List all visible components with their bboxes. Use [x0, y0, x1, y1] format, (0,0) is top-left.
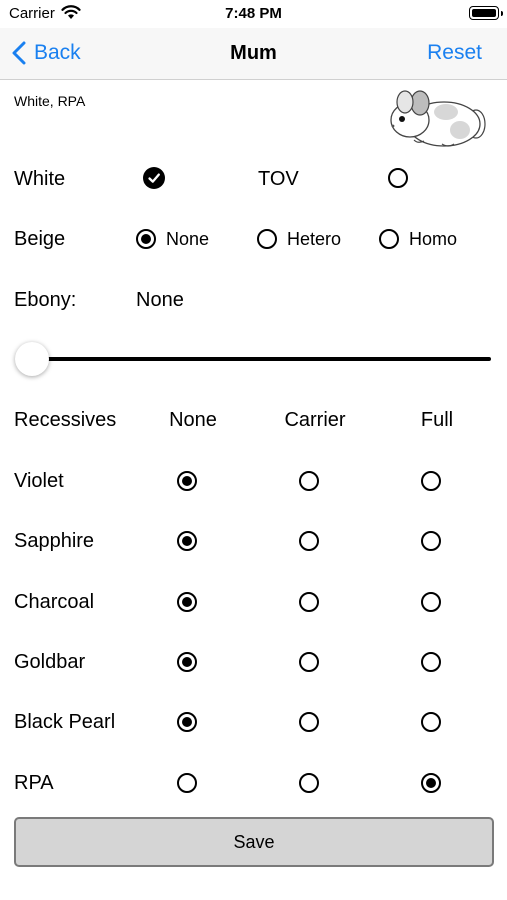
reset-button[interactable]: Reset — [427, 28, 482, 78]
recessive-label-rpa: RPA — [14, 772, 54, 794]
chinchilla-image — [384, 86, 490, 150]
column-header-none: None — [169, 409, 217, 431]
radio-rpa-full[interactable] — [421, 773, 441, 793]
radio-violet-full[interactable] — [421, 471, 441, 491]
back-button[interactable]: Back — [12, 28, 81, 78]
beige-hetero-radio[interactable] — [257, 229, 277, 249]
radio-rpa-carrier[interactable] — [299, 773, 319, 793]
tov-label: TOV — [258, 168, 299, 190]
beige-hetero-label: Hetero — [287, 229, 342, 249]
recessive-label-sapphire: Sapphire — [14, 530, 95, 552]
recessive-label-violet: Violet — [14, 470, 64, 492]
navigation-bar: Back Mum Reset — [0, 28, 507, 80]
radio-black-pearl-carrier[interactable] — [299, 712, 319, 732]
radio-goldbar-carrier[interactable] — [299, 652, 319, 672]
ebony-slider-track[interactable] — [32, 357, 491, 361]
radio-rpa-none[interactable] — [177, 773, 197, 793]
save-button[interactable]: Save — [14, 817, 494, 867]
battery-icon — [469, 6, 503, 20]
column-header-carrier: Carrier — [284, 409, 346, 431]
radio-violet-none[interactable] — [177, 471, 197, 491]
ebony-value: None — [136, 289, 184, 311]
beige-label: Beige — [14, 228, 66, 250]
radio-goldbar-none[interactable] — [177, 652, 197, 672]
radio-charcoal-none[interactable] — [177, 592, 197, 612]
radio-black-pearl-full[interactable] — [421, 712, 441, 732]
white-label: White — [14, 168, 66, 190]
genotype-summary: White, RPA — [14, 93, 86, 109]
radio-sapphire-full[interactable] — [421, 531, 441, 551]
radio-charcoal-carrier[interactable] — [299, 592, 319, 612]
white-checkmark-icon[interactable] — [143, 167, 165, 189]
recessives-header: Recessives — [14, 409, 117, 431]
radio-sapphire-carrier[interactable] — [299, 531, 319, 551]
status-bar: Carrier 7:48 PM — [0, 0, 507, 28]
recessive-label-goldbar: Goldbar — [14, 651, 86, 673]
tov-radio[interactable] — [388, 168, 408, 188]
beige-homo-label: Homo — [409, 229, 458, 249]
beige-none-label: None — [166, 229, 210, 249]
radio-charcoal-full[interactable] — [421, 592, 441, 612]
radio-violet-carrier[interactable] — [299, 471, 319, 491]
radio-black-pearl-none[interactable] — [177, 712, 197, 732]
ebony-label: Ebony: — [14, 289, 77, 311]
recessive-label-black-pearl: Black Pearl — [14, 711, 116, 733]
ebony-slider-thumb[interactable] — [15, 342, 49, 376]
radio-sapphire-none[interactable] — [177, 531, 197, 551]
beige-homo-radio[interactable] — [379, 229, 399, 249]
status-time: 7:48 PM — [225, 5, 282, 22]
back-label: Back — [34, 41, 81, 64]
chevron-left-icon — [12, 41, 26, 65]
column-header-full: Full — [420, 409, 454, 431]
beige-none-radio[interactable] — [136, 229, 156, 249]
radio-goldbar-full[interactable] — [421, 652, 441, 672]
recessive-label-charcoal: Charcoal — [14, 591, 95, 613]
